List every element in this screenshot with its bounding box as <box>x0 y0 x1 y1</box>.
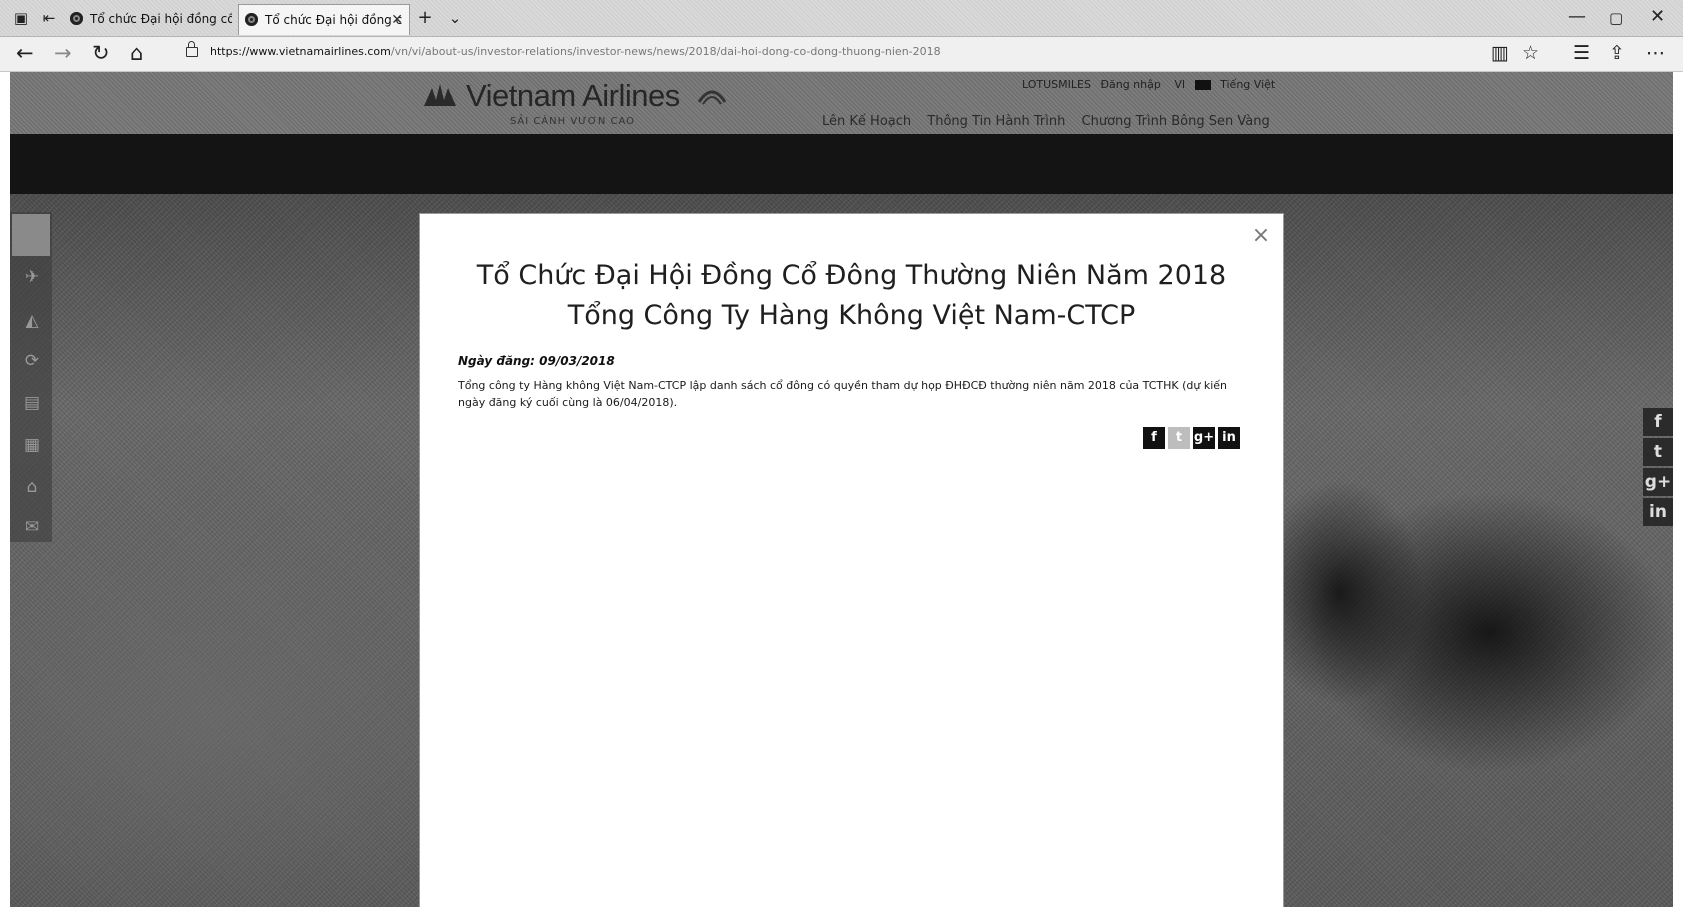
refresh-booking-icon[interactable]: ⟳ <box>21 350 43 372</box>
lock-icon <box>186 41 198 57</box>
facebook-icon[interactable]: f <box>1143 427 1165 449</box>
google-plus-icon[interactable]: g+ <box>1193 427 1215 449</box>
favorite-star-icon[interactable]: ☆ <box>1522 42 1539 64</box>
nav-item-plan[interactable]: Lên Kế Hoạch <box>822 114 911 129</box>
login-link[interactable]: Đăng nhập <box>1100 78 1160 91</box>
lotus-logo-icon[interactable] <box>422 82 458 108</box>
site-favicon-icon <box>245 13 258 26</box>
minimize-button[interactable]: — <box>1568 6 1586 27</box>
side-share-bar: f t g+ in <box>1643 408 1673 528</box>
tab-1[interactable]: Tổ chức Đại hội đồng cổ đô <box>64 4 232 34</box>
more-options-icon[interactable]: ⋯ <box>1646 42 1665 64</box>
tab-title: Tổ chức Đại hội đồng cổ đô <box>90 12 232 26</box>
close-window-button[interactable]: ✕ <box>1650 6 1665 27</box>
region-code[interactable]: VI <box>1174 78 1185 91</box>
quick-menu-active-item[interactable] <box>12 214 50 256</box>
back-arrow-icon[interactable]: ← <box>16 41 34 65</box>
browser-tab-bar: ▣ ⇤ Tổ chức Đại hội đồng cổ đô Tổ chức Đ… <box>0 0 1683 37</box>
site-favicon-icon <box>70 12 83 25</box>
forward-arrow-icon[interactable]: → <box>54 41 72 65</box>
post-body: Tổng công ty Hàng không Việt Nam-CTCP lậ… <box>458 379 1228 409</box>
side-twitter-icon[interactable]: t <box>1643 438 1673 466</box>
modal-close-icon[interactable]: × <box>1249 224 1273 248</box>
url-field[interactable]: https://www.vietnamairlines.com/vn/vi/ab… <box>178 41 1478 66</box>
modal-title: Tổ Chức Đại Hội Đồng Cổ Đông Thường Niên… <box>476 260 1227 332</box>
tab-2-active[interactable]: Tổ chức Đại hội đồng c ✕ <box>238 4 410 35</box>
side-linkedin-icon[interactable]: in <box>1643 498 1673 526</box>
browser-address-bar: ← → ↻ ⌂ https://www.vietnamairlines.com/… <box>0 37 1683 72</box>
reading-view-icon[interactable]: ▥ <box>1491 42 1509 64</box>
building-icon[interactable]: ⌂ <box>21 476 43 498</box>
news-modal: × Tổ Chức Đại Hội Đồng Cổ Đông Thường Ni… <box>419 213 1284 907</box>
side-google-plus-icon[interactable]: g+ <box>1643 468 1673 496</box>
tab-close-icon[interactable]: ✕ <box>391 5 403 35</box>
side-facebook-icon[interactable]: f <box>1643 408 1673 436</box>
site-header: Vietnam Airlines SẢI CÁNH VƯƠN CAO LOTUS… <box>10 72 1673 134</box>
hero-top-band <box>10 134 1673 194</box>
header-top-links: LOTUSMILES Đăng nhập VI Tiếng Việt <box>1022 78 1275 91</box>
tab-menu-chevron-icon[interactable]: ⌄ <box>446 9 464 27</box>
skyteam-logo-icon <box>697 90 727 105</box>
calendar-icon[interactable]: ▦ <box>21 434 43 456</box>
site-logo[interactable]: Vietnam Airlines <box>466 78 680 114</box>
main-nav: Lên Kế Hoạch Thông Tin Hành Trình Chương… <box>822 114 1282 129</box>
tab-actions-icon[interactable]: ▣ <box>12 9 30 27</box>
lotusmiles-link[interactable]: LOTUSMILES <box>1022 78 1091 91</box>
share-icon[interactable]: ⇪ <box>1609 42 1625 64</box>
home-icon[interactable]: ⌂ <box>130 41 143 65</box>
checkin-icon[interactable]: ▤ <box>21 392 43 414</box>
tab-title: Tổ chức Đại hội đồng c <box>265 13 403 27</box>
set-aside-tabs-icon[interactable]: ⇤ <box>40 9 58 27</box>
flag-icon <box>1194 80 1211 90</box>
language-link[interactable]: Tiếng Việt <box>1220 78 1275 91</box>
new-tab-button[interactable]: + <box>416 9 434 27</box>
nav-item-lotusmiles[interactable]: Chương Trình Bông Sen Vàng <box>1082 114 1270 129</box>
url-text: https://www.vietnamairlines.com/vn/vi/ab… <box>210 45 941 58</box>
chart-icon[interactable]: ◭ <box>21 310 43 332</box>
linkedin-icon[interactable]: in <box>1218 427 1240 449</box>
chat-icon[interactable]: ✉ <box>21 516 43 538</box>
twitter-icon[interactable]: t <box>1168 427 1190 449</box>
left-quick-menu: ✈ ◭ ⟳ ▤ ▦ ⌂ ✉ <box>10 212 52 542</box>
share-buttons: f t g+ in <box>1140 426 1240 449</box>
nav-item-travel-info[interactable]: Thông Tin Hành Trình <box>927 114 1065 129</box>
post-date: Ngày đăng: 09/03/2018 <box>458 354 615 368</box>
maximize-button[interactable]: ▢ <box>1609 9 1623 27</box>
site-tagline: SẢI CÁNH VƯƠN CAO <box>510 116 636 127</box>
favorites-hub-icon[interactable]: ☰ <box>1573 42 1590 64</box>
plane-icon[interactable]: ✈ <box>21 266 43 288</box>
page-viewport: Vietnam Airlines SẢI CÁNH VƯƠN CAO LOTUS… <box>10 72 1673 907</box>
refresh-icon[interactable]: ↻ <box>92 41 110 65</box>
